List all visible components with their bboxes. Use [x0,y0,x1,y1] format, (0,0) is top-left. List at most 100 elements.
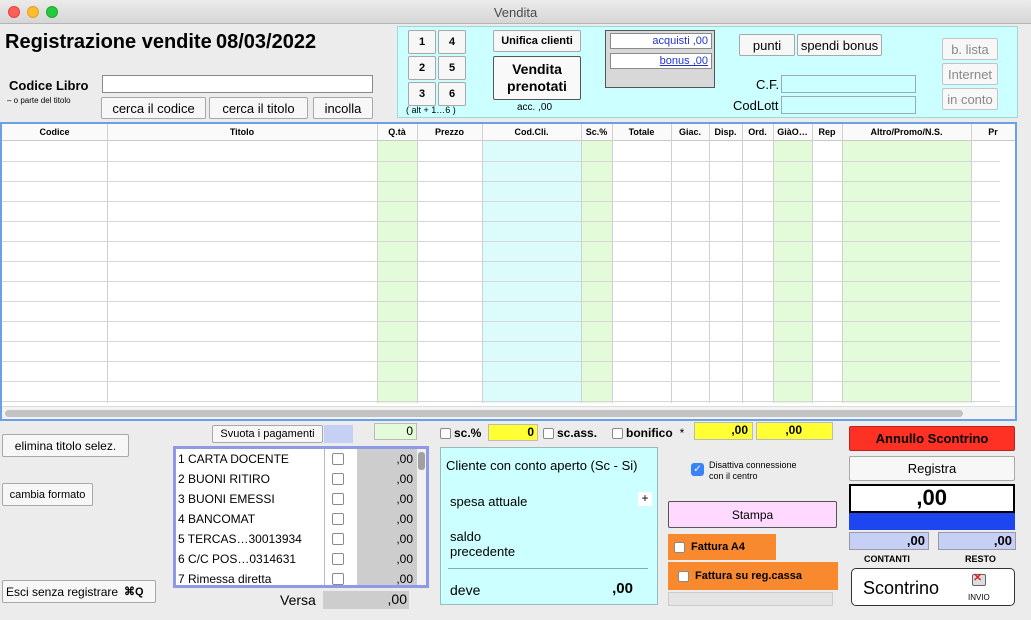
table-row[interactable] [2,261,1000,262]
sc-ass-group[interactable]: sc.ass. [543,426,597,440]
bonifico-value-1[interactable]: ,00 [694,422,753,440]
payment-label: 2 BUONI RITIRO [178,472,271,486]
table-row[interactable] [2,301,1000,302]
keypad-5[interactable]: 5 [438,56,466,80]
fattura-a4-checkbox[interactable] [674,541,685,553]
col-qta[interactable]: Q.tà [377,124,417,140]
payment-checkbox[interactable] [332,453,344,465]
col-sc[interactable]: Sc.% [581,124,612,140]
table-row[interactable] [2,381,1000,382]
table-row[interactable] [2,201,1000,202]
payment-value[interactable]: ,00 [357,549,413,569]
keypad-2[interactable]: 2 [408,56,436,80]
spesa-add-button[interactable]: + [638,492,652,506]
sc-pct-group[interactable]: sc.% [440,426,481,440]
table-row[interactable] [2,221,1000,222]
payment-row[interactable]: 3 BUONI EMESSI ,00 [176,489,417,509]
cambia-formato-button[interactable]: cambia formato [2,483,93,506]
annullo-scontrino-button[interactable]: Annullo Scontrino [849,426,1015,451]
bonifico-value-2[interactable]: ,00 [756,422,833,440]
keypad-6[interactable]: 6 [438,82,466,106]
col-titolo[interactable]: Titolo [107,124,377,140]
table-row[interactable] [2,281,1000,282]
col-pr[interactable]: Pr [971,124,1015,140]
bonus-field[interactable]: bonus ,00 [610,53,712,69]
scontrino-button[interactable]: Scontrino ✕ INVIO [851,568,1015,606]
sales-table[interactable]: Codice Titolo Q.tà Prezzo Cod.Cli. Sc.% … [0,122,1017,421]
esci-senza-registrare-button[interactable]: Esci senza registrare ⌘Q [2,580,156,603]
payment-row[interactable]: 2 BUONI RITIRO ,00 [176,469,417,489]
payment-value[interactable]: ,00 [357,469,413,489]
cf-input[interactable] [781,75,916,93]
codlott-input[interactable] [781,96,916,114]
b-lista-button[interactable]: b. lista [942,38,998,60]
col-altro[interactable]: Altro/Promo/N.S. [842,124,971,140]
table-row[interactable] [2,161,1000,162]
col-totale[interactable]: Totale [612,124,671,140]
payment-value[interactable]: ,00 [357,489,413,509]
unifica-clienti-button[interactable]: Unifica clienti [493,30,581,52]
table-row[interactable] [2,321,1000,322]
payment-checkbox[interactable] [332,513,344,525]
internet-button[interactable]: Internet [942,63,998,85]
payment-value[interactable]: ,00 [357,509,413,529]
bonifico-checkbox[interactable] [612,427,623,439]
keypad-1[interactable]: 1 [408,30,436,54]
col-codcli[interactable]: Cod.Cli. [482,124,581,140]
col-giao[interactable]: GiàO… [773,124,812,140]
table-hscrollbar[interactable] [2,406,1015,419]
svuota-pagamenti-button[interactable]: Svuota i pagamenti [212,425,323,443]
contanti-field[interactable]: ,00 [849,532,929,550]
col-disp[interactable]: Disp. [709,124,742,140]
codice-input[interactable] [102,75,373,93]
payment-row[interactable]: 7 Rimessa diretta ,00 [176,569,417,585]
search-code-button[interactable]: cerca il codice [101,97,206,119]
payment-checkbox[interactable] [332,493,344,505]
paste-button[interactable]: incolla [313,97,373,119]
col-ord[interactable]: Ord. [742,124,773,140]
table-row[interactable] [2,361,1000,362]
payment-value[interactable]: ,00 [357,449,413,469]
payment-checkbox[interactable] [332,573,344,585]
payments-scroll-thumb[interactable] [418,452,425,470]
payment-row[interactable]: 1 CARTA DOCENTE ,00 [176,449,417,469]
vendita-prenotati-button[interactable]: Vendita prenotati [493,56,581,100]
keypad-3[interactable]: 3 [408,82,436,106]
disattiva-connessione-checkbox[interactable]: ✓ [691,463,704,476]
payment-value[interactable]: ,00 [357,529,413,549]
stampa-button[interactable]: Stampa [668,501,837,528]
table-row[interactable] [2,341,1000,342]
table-row[interactable] [2,401,1000,402]
registra-button[interactable]: Registra [849,456,1015,481]
table-hscroll-thumb[interactable] [5,410,963,417]
payment-value[interactable]: ,00 [357,569,413,585]
payment-row[interactable]: 5 TERCAS…30013934 ,00 [176,529,417,549]
in-conto-button[interactable]: in conto [942,88,998,110]
col-giac[interactable]: Giac. [671,124,709,140]
sc-pct-checkbox[interactable] [440,427,451,439]
punti-button[interactable]: punti [739,34,795,56]
table-row[interactable] [2,241,1000,242]
fattura-a4-button[interactable]: Fattura A4 [668,534,776,560]
sc-ass-checkbox[interactable] [543,427,554,439]
col-codice[interactable]: Codice [2,124,107,140]
bonifico-group[interactable]: bonifico * [612,426,684,440]
payment-row[interactable]: 4 BANCOMAT ,00 [176,509,417,529]
payment-checkbox[interactable] [332,553,344,565]
payment-checkbox[interactable] [332,533,344,545]
search-title-button[interactable]: cerca il titolo [209,97,308,119]
fattura-reg-checkbox[interactable] [678,570,689,582]
payment-row[interactable]: 6 C/C POS…0314631 ,00 [176,549,417,569]
keypad-4[interactable]: 4 [438,30,466,54]
sc-pct-field[interactable]: 0 [488,424,538,441]
col-rep[interactable]: Rep [812,124,842,140]
fattura-reg-button[interactable]: Fattura su reg.cassa [668,562,838,590]
payments-list[interactable]: 1 CARTA DOCENTE ,00 2 BUONI RITIRO ,00 3 BUO… [173,446,429,588]
elimina-titolo-button[interactable]: elimina titolo selez. [2,434,129,457]
payment-checkbox[interactable] [332,473,344,485]
spendi-bonus-button[interactable]: spendi bonus [797,34,882,56]
payments-vscrollbar[interactable] [417,449,426,585]
col-prezzo[interactable]: Prezzo [417,124,482,140]
cliente-divider [448,568,648,569]
table-row[interactable] [2,181,1000,182]
